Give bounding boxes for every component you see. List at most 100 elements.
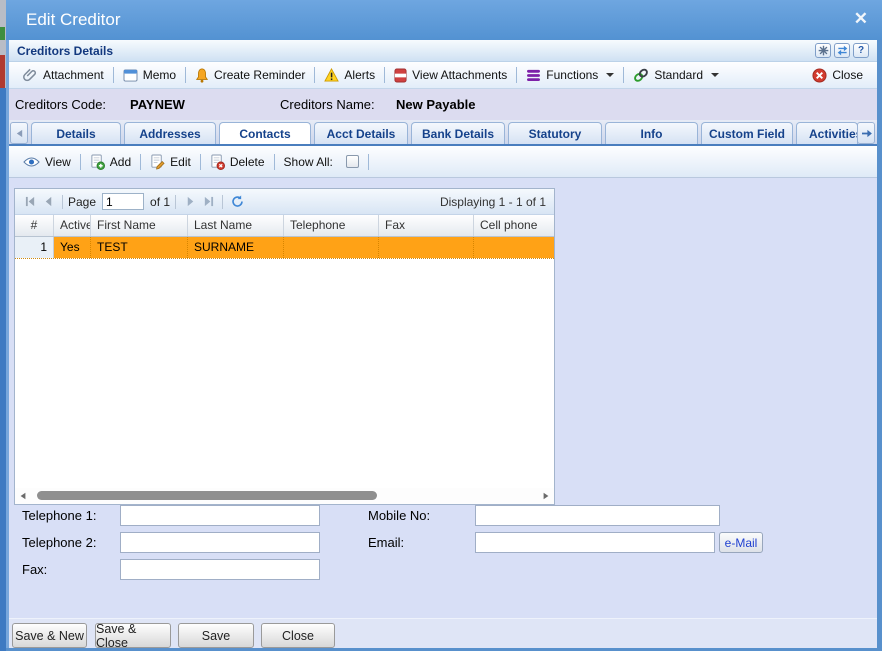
link-icon [633,68,649,83]
horizontal-scrollbar[interactable] [15,488,554,504]
tab-custom-field[interactable]: Custom Field [701,122,793,144]
mobile-label: Mobile No: [368,508,430,523]
fax-label: Fax: [22,562,47,577]
tab-addresses[interactable]: Addresses [124,122,216,144]
scroll-left-arrow[interactable] [15,488,31,504]
save-and-close-button[interactable]: Save & Close [95,623,171,648]
standard-menu-button[interactable]: Standard [627,68,725,83]
tab-statutory[interactable]: Statutory [508,122,602,144]
close-icon [812,68,827,83]
create-reminder-button[interactable]: Create Reminder [189,68,311,83]
row-number-cell: 1 [15,237,54,258]
grid-empty-area [15,259,554,492]
dialog-right-border [877,40,882,651]
delete-label: Delete [230,155,265,169]
contacts-grid: Page of 1 [14,188,555,505]
column-header-first-name[interactable]: First Name [91,215,188,236]
first-name-cell: TEST [91,237,188,258]
paperclip-icon [23,68,38,83]
show-all-label: Show All: [284,155,333,169]
close-button[interactable]: Close [261,623,335,648]
tab-scroll-left-button[interactable] [10,122,28,144]
toolbar-close-button[interactable]: Close [806,68,869,83]
functions-dropdown-caret [606,73,614,77]
telephone1-input[interactable] [120,505,320,526]
bell-icon [195,68,209,83]
tab-activities[interactable]: Activities [796,122,858,144]
alerts-button[interactable]: Alerts [318,68,381,82]
scroll-left-icon [19,492,27,500]
mobile-input[interactable] [475,505,720,526]
add-record-icon [90,154,105,170]
column-header-last-name[interactable]: Last Name [188,215,284,236]
window-close-icon[interactable]: ✕ [854,9,868,29]
main-toolbar: Attachment Memo Create Reminder [9,62,877,89]
record-action-bar: View Add Edit [9,146,877,178]
attachment-button[interactable]: Attachment [17,68,110,83]
view-button[interactable]: View [17,155,77,169]
table-row-selected[interactable]: 1 Yes TEST SURNAME [15,237,554,259]
save-and-new-button[interactable]: Save & New [12,623,87,648]
save-button[interactable]: Save [178,623,254,648]
add-button[interactable]: Add [84,154,137,170]
creditors-code-label: Creditors Code: [15,97,106,112]
view-label: View [45,155,71,169]
help-button[interactable]: ? [853,43,869,58]
edit-creditor-dialog: Edit Creditor ✕ Creditors Details [6,0,882,651]
tab-details[interactable]: Details [31,122,121,144]
panel-tools: ? [815,43,869,58]
scroll-right-arrow[interactable] [538,488,554,504]
email-input[interactable] [475,532,715,553]
column-header-cell-phone[interactable]: Cell phone [474,215,554,236]
telephone2-label: Telephone 2: [22,535,96,550]
tab-info[interactable]: Info [605,122,698,144]
alerts-label: Alerts [344,68,375,82]
column-header-fax[interactable]: Fax [379,215,474,236]
last-name-cell: SURNAME [188,237,284,258]
show-all-checkbox[interactable] [346,155,359,168]
grid-refresh-button[interactable] [228,193,246,211]
last-page-icon [203,196,214,207]
next-page-button[interactable] [181,193,199,211]
memo-button[interactable]: Memo [117,68,182,82]
gear-button[interactable] [815,43,831,58]
fax-input[interactable] [120,559,320,580]
grid-pager: Page of 1 [15,189,554,215]
delete-button[interactable]: Delete [204,154,271,170]
tab-contacts[interactable]: Contacts [219,122,311,144]
memo-label: Memo [143,68,176,82]
column-header-active[interactable]: Active [54,215,91,236]
telephone1-label: Telephone 1: [22,508,96,523]
page-label: Page [68,195,96,209]
email-send-button[interactable]: e-Mail [719,532,763,553]
creditors-code-value: PAYNEW [130,97,185,112]
edit-button[interactable]: Edit [144,154,197,170]
telephone-cell [284,237,379,258]
title-bar: Edit Creditor ✕ [6,0,882,40]
tab-bank-details[interactable]: Bank Details [411,122,505,144]
memo-icon [123,69,138,82]
functions-menu-button[interactable]: Functions [520,68,620,82]
panel-header: Creditors Details ? [9,40,877,62]
edit-record-icon [150,154,165,170]
column-header-num[interactable]: # [15,215,54,236]
telephone2-input[interactable] [120,532,320,553]
column-header-telephone[interactable]: Telephone [284,215,379,236]
scrollbar-thumb[interactable] [37,491,377,500]
arrow-right-icon [861,129,872,138]
first-page-icon [25,196,36,207]
first-page-button[interactable] [21,193,39,211]
prev-page-button[interactable] [39,193,57,211]
tab-acct-details[interactable]: Acct Details [314,122,408,144]
tab-scroll-right-button[interactable] [857,122,875,144]
view-attachments-button[interactable]: View Attachments [388,68,513,83]
eye-icon [23,157,40,167]
last-page-button[interactable] [199,193,217,211]
show-all-group: Show All: [278,155,365,169]
refresh-button[interactable] [834,43,850,58]
view-attachments-label: View Attachments [412,68,507,82]
page-number-input[interactable] [102,193,144,210]
fax-cell [379,237,474,258]
toolbar-close-label: Close [832,68,863,82]
footer-bar: Save & New Save & Close Save Close [9,618,877,648]
